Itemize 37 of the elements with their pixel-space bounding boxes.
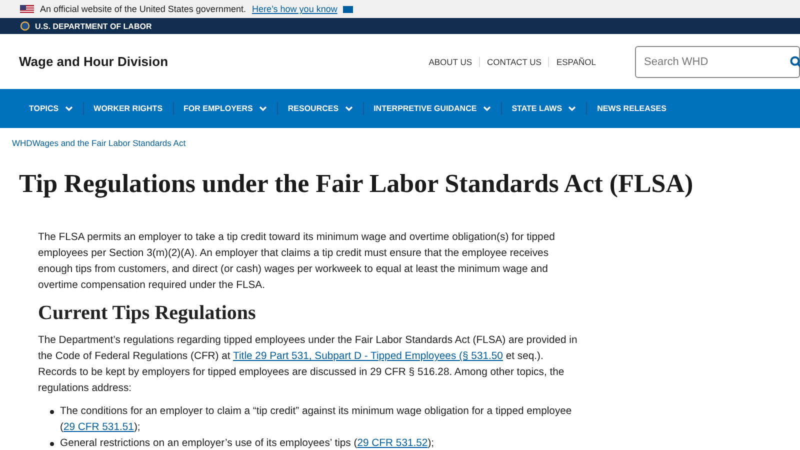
site-name: Wage and Hour Division	[19, 54, 170, 69]
seal-icon	[20, 21, 30, 31]
page-title: Tip Regulations under the Fair Labor Standards Act (FLSA)	[19, 168, 694, 200]
paragraph: The Department’s regulations regarding tipped employees under the Fair Labor Standards Act (FLSA) are provided in the Code of Federal Regulations (CFR) at Title 29 Part 531, Subpart D - Tipped Employees (§ 531.50 et seq.). Records to be kept by employers for tipped employees are discussed in 29 CFR § 516.28. Among other topics, the regulations address:	[38, 334, 578, 396]
chevron-icon	[482, 106, 491, 112]
agency-name: U.S. DEPARTMENT OF LABOR	[35, 22, 152, 30]
nav-item[interactable]: TOPICS	[19, 102, 83, 115]
bullet-icon	[50, 442, 54, 446]
nav-item[interactable]: RESOURCES	[276, 102, 363, 115]
header-link[interactable]: CONTACT US	[479, 56, 548, 66]
chevron-icon	[64, 106, 73, 112]
chevron-icon	[258, 106, 267, 112]
nav-item[interactable]: FOR EMPLOYERS	[172, 102, 277, 115]
bullet-icon	[50, 410, 54, 414]
chevron-icon	[344, 106, 353, 112]
header-link[interactable]: ESPAÑOL	[548, 56, 603, 66]
paragraph: The FLSA permits an employer to take a tip credit toward its minimum wage and overtime obligation(s) for tipped employees per Section 3(m)(2)(A). An employer that claims a tip credit must ensure that the employee receives enough tips from customers, and direct (or cash) wages per workweek to equal at least the minimum wage and overtime compensation required under the FLSA.	[38, 231, 556, 293]
nav-item[interactable]: INTERPRETIVE GUIDANCE	[362, 102, 501, 115]
search-icon	[790, 56, 800, 68]
search-field[interactable]: Search WHD	[635, 46, 800, 78]
inline-link[interactable]: 29 CFR 531.51	[63, 422, 134, 433]
breadcrumb-link[interactable]: WHD	[12, 138, 32, 148]
nav-item[interactable]: NEWS RELEASES	[586, 102, 676, 115]
banner-link[interactable]: Here’s how you know	[252, 4, 338, 14]
list-item-text: General restrictions on an employer’s use of its employees’ tips (29 CFR 531.52);	[60, 437, 434, 450]
list-item-text: The conditions for an employer to claim a “tip credit” against its minimum wage obligation for a tipped employee (29 CFR 531.51);	[60, 405, 573, 435]
header-link[interactable]: ABOUT US	[422, 56, 479, 66]
nav-item[interactable]: WORKER RIGHTS	[82, 102, 173, 115]
expand-icon[interactable]	[343, 6, 354, 12]
inline-link[interactable]: Title 29 Part 531, Subpart D - Tipped Employees (§ 531.50	[233, 351, 503, 362]
breadcrumb-link[interactable]: Wages and the Fair Labor Standards Act	[32, 138, 186, 148]
inline-link[interactable]: 29 CFR 531.52	[357, 438, 428, 449]
nav-item[interactable]: STATE LAWS	[500, 102, 586, 115]
section-heading: Current Tips Regulations	[38, 301, 257, 325]
banner-text: An official website of the United States government.	[40, 4, 246, 14]
flag-icon	[20, 4, 34, 14]
chevron-icon	[568, 106, 576, 112]
